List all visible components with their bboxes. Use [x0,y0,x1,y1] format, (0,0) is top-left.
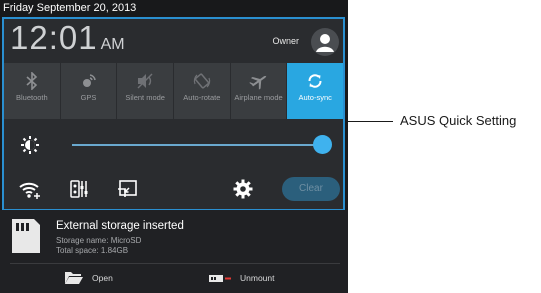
unmount-label: Unmount [240,273,275,283]
tile-label: GPS [80,93,97,102]
quick-settings-bottom-row: Clear [4,171,343,207]
open-label: Open [92,273,113,283]
tile-bluetooth[interactable]: Bluetooth [4,63,61,119]
tile-label: Silent mode [125,93,165,102]
clear-button[interactable]: Clear [282,177,340,201]
brightness-icon[interactable] [20,135,40,155]
callout-label: ASUS Quick Setting [400,113,517,128]
bluetooth-icon [26,72,37,90]
open-button[interactable]: Open [64,268,113,288]
folder-icon [65,272,83,284]
tile-gps[interactable]: GPS [60,63,118,119]
unmount-button[interactable]: Unmount [208,268,275,288]
brightness-row [4,125,343,163]
wifi-settings-icon[interactable] [18,178,42,200]
tile-label: Airplane mode [234,93,283,102]
settings-gear-icon[interactable] [233,179,253,199]
quick-settings-tiles: Bluetooth GPS Silent mode Auto-rotate Ai… [4,63,344,119]
clock-ampm: AM [100,36,125,53]
clock-time: 12:01 [10,19,98,56]
unmount-icon [209,275,231,282]
clock: 12:01 AM [10,17,125,59]
sd-card-icon [12,219,40,253]
quick-settings-frame: 12:01AM Owner Bluetooth GPS Silent mode [2,17,345,211]
notification-title: External storage inserted [56,220,184,232]
screen-cast-icon[interactable] [117,179,139,199]
brightness-slider-thumb[interactable] [313,135,332,154]
callout-leader-line [348,121,393,122]
tile-label: Auto-rotate [183,93,221,102]
notification-details: Storage name: MicroSD Total space: 1.84G… [56,236,141,256]
sync-icon [308,74,322,88]
person-icon [316,34,334,52]
notification-panel: Friday September 20, 2013 12:01 AM Owner … [0,0,348,293]
tile-auto-rotate[interactable]: Auto-rotate [174,63,231,119]
divider [10,263,340,264]
storage-notification[interactable]: External storage inserted Storage name: … [0,210,348,293]
brightness-slider-track[interactable] [72,144,328,146]
airplane-icon [248,75,266,90]
silent-mode-icon [137,73,153,89]
tile-label: Auto-sync [298,93,332,102]
gps-icon [82,74,96,87]
user-name[interactable]: Owner [272,36,299,46]
equalizer-icon[interactable] [70,179,90,199]
avatar[interactable] [311,28,339,56]
auto-rotate-icon [193,73,211,89]
status-date: Friday September 20, 2013 [3,2,137,14]
tile-auto-sync[interactable]: Auto-sync [287,63,344,119]
total-space: Total space: 1.84GB [56,246,129,255]
tile-airplane-mode[interactable]: Airplane mode [230,63,288,119]
storage-name: Storage name: MicroSD [56,236,142,245]
tile-silent-mode[interactable]: Silent mode [117,63,175,119]
tile-label: Bluetooth [15,93,48,102]
